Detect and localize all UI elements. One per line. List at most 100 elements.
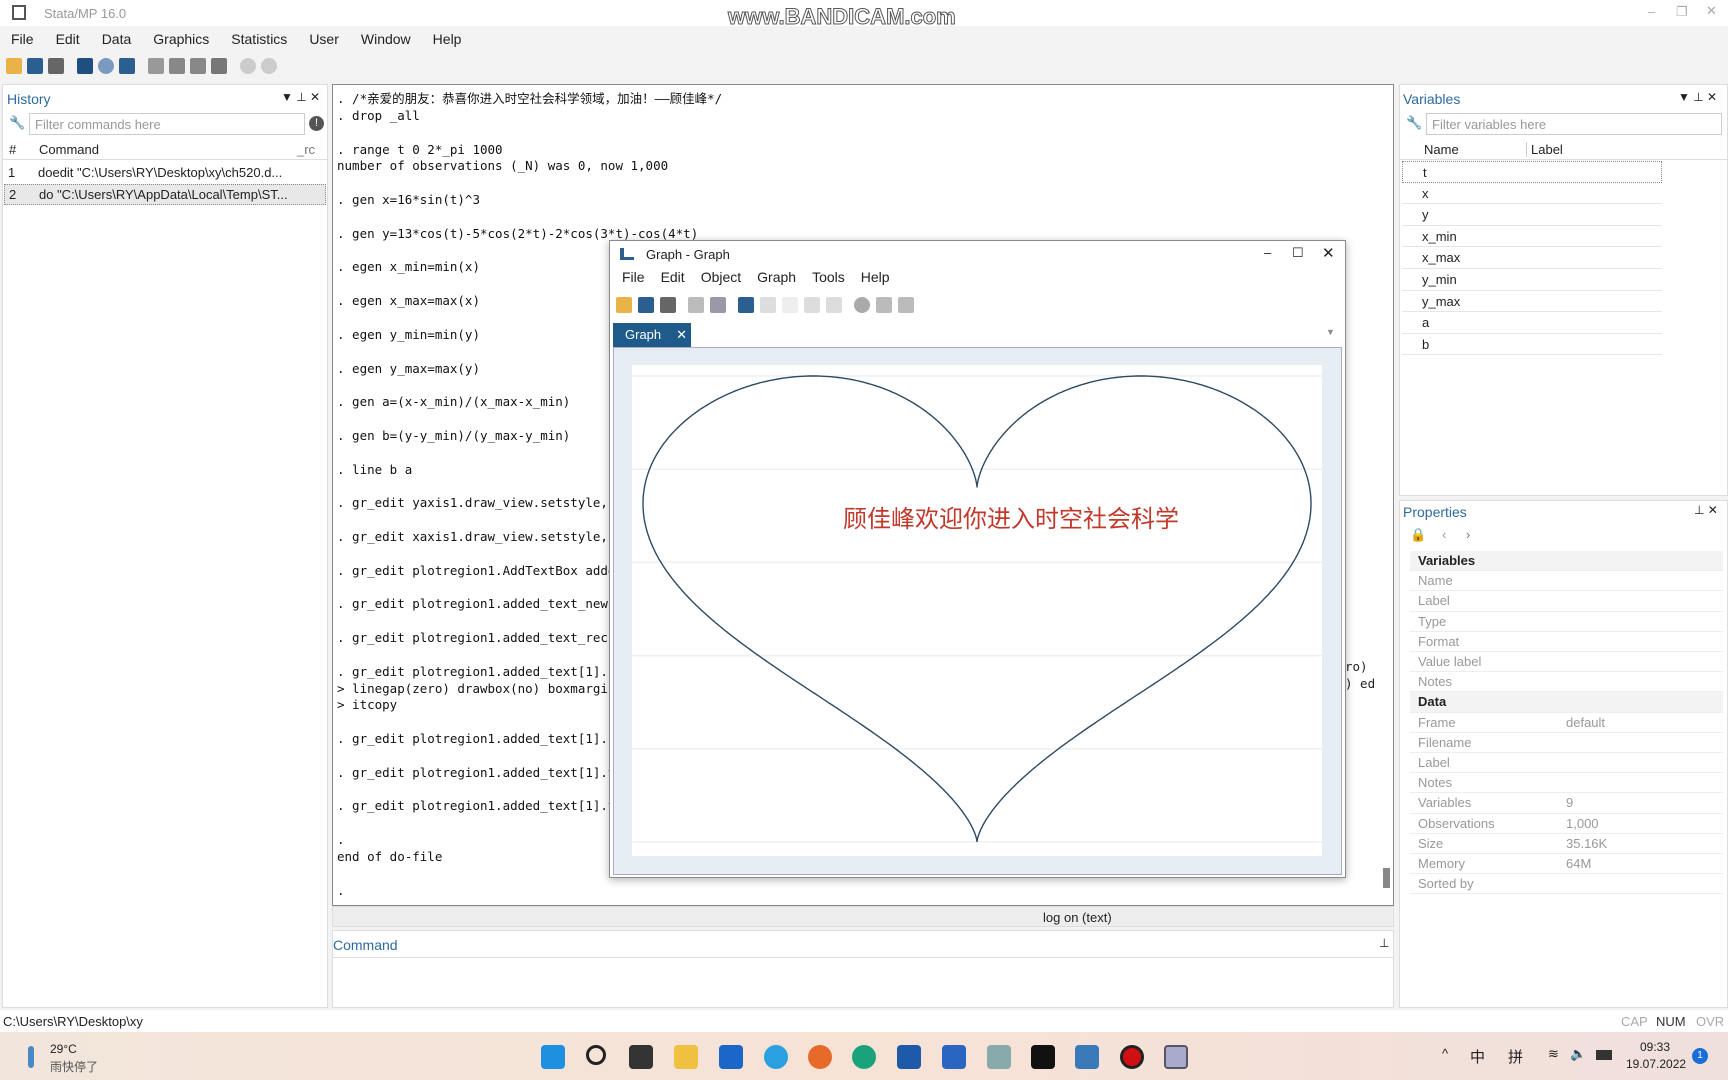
object-browser-icon[interactable] bbox=[760, 297, 776, 313]
variable-row[interactable]: a bbox=[1402, 312, 1662, 334]
panel-controls[interactable]: ▼ ⊥ ✕ bbox=[281, 90, 320, 104]
undo-icon[interactable] bbox=[804, 297, 820, 313]
graph-tab[interactable]: Graph ✕ bbox=[613, 323, 691, 347]
log-icon[interactable] bbox=[77, 58, 93, 74]
weather-text[interactable]: 雨快停了 bbox=[50, 1058, 98, 1075]
rename-icon[interactable] bbox=[710, 297, 726, 313]
break-icon[interactable] bbox=[261, 58, 277, 74]
graph-menu-graph[interactable]: Graph bbox=[749, 269, 804, 285]
menu-help[interactable]: Help bbox=[422, 28, 473, 50]
stata-taskbar-icon[interactable] bbox=[1164, 1045, 1188, 1069]
menu-window[interactable]: Window bbox=[350, 28, 422, 50]
ime-mode[interactable]: 中 bbox=[1470, 1046, 1485, 1067]
lock-icon[interactable]: 🔒 bbox=[1410, 527, 1426, 543]
graph-plot[interactable]: 顾佳峰欢迎你进入时空社会科学 bbox=[632, 365, 1322, 856]
weather-icon[interactable] bbox=[28, 1046, 34, 1068]
menu-file[interactable]: File bbox=[0, 28, 45, 50]
panel-controls[interactable]: ⊥ ✕ bbox=[1694, 503, 1718, 517]
property-row[interactable]: Variables 9 bbox=[1410, 793, 1723, 814]
variable-row[interactable]: t bbox=[1402, 161, 1662, 183]
notification-badge[interactable]: 1 bbox=[1692, 1048, 1708, 1064]
menu-edit[interactable]: Edit bbox=[45, 28, 91, 50]
col-command[interactable]: Command bbox=[39, 142, 99, 157]
variable-row[interactable]: y_max bbox=[1402, 291, 1662, 313]
edge-icon[interactable] bbox=[852, 1045, 876, 1069]
clock-date[interactable]: 19.07.2022 bbox=[1626, 1057, 1686, 1071]
snipping-tool-icon[interactable] bbox=[987, 1045, 1011, 1069]
graph-maximize-button[interactable]: ☐ bbox=[1292, 245, 1304, 261]
graph-icon[interactable] bbox=[119, 58, 135, 74]
variables-manager-icon[interactable] bbox=[211, 58, 227, 74]
variable-row[interactable]: x_max bbox=[1402, 247, 1662, 269]
forward-icon[interactable]: › bbox=[1466, 527, 1470, 542]
ie-icon[interactable] bbox=[764, 1045, 788, 1069]
redo-icon[interactable] bbox=[826, 297, 842, 313]
print-icon[interactable] bbox=[660, 297, 676, 313]
menu-user[interactable]: User bbox=[298, 28, 350, 50]
open-icon[interactable] bbox=[616, 297, 632, 313]
property-category[interactable]: Data bbox=[1410, 692, 1723, 713]
pin-icon[interactable]: ⊥ bbox=[1379, 936, 1389, 950]
start-icon[interactable] bbox=[541, 1045, 565, 1069]
weather-temp[interactable]: 29°C bbox=[50, 1042, 77, 1056]
console-scrollbar[interactable] bbox=[1383, 868, 1390, 888]
variable-row[interactable]: x bbox=[1402, 183, 1662, 205]
variable-row[interactable]: y bbox=[1402, 204, 1662, 226]
store-icon[interactable] bbox=[897, 1045, 921, 1069]
pointer-icon[interactable] bbox=[782, 297, 798, 313]
wifi-icon[interactable]: ≋ bbox=[1548, 1046, 1559, 1062]
graph-menu-file[interactable]: File bbox=[614, 269, 653, 285]
minimize-button[interactable]: – bbox=[1648, 4, 1655, 19]
property-row[interactable]: Memory 64M bbox=[1410, 854, 1723, 875]
variable-row[interactable]: b bbox=[1402, 334, 1662, 356]
property-category[interactable]: Variables bbox=[1410, 551, 1723, 572]
terminal-icon[interactable] bbox=[1031, 1045, 1055, 1069]
variable-row[interactable]: x_min bbox=[1402, 226, 1662, 248]
more-icon[interactable] bbox=[240, 58, 256, 74]
property-row[interactable]: Observations 1,000 bbox=[1410, 814, 1723, 834]
graph-close-button[interactable]: ✕ bbox=[1322, 244, 1335, 262]
play-icon[interactable] bbox=[898, 297, 914, 313]
history-filter-input[interactable]: Filter commands here bbox=[29, 113, 305, 135]
menu-statistics[interactable]: Statistics bbox=[220, 28, 298, 50]
copy-icon[interactable] bbox=[688, 297, 704, 313]
graph-annotation[interactable]: 顾佳峰欢迎你进入时空社会科学 bbox=[843, 505, 1179, 533]
close-button[interactable]: ✕ bbox=[1706, 3, 1717, 19]
menu-graphics[interactable]: Graphics bbox=[142, 28, 220, 50]
property-row[interactable]: Type bbox=[1410, 612, 1723, 632]
property-row[interactable]: Format bbox=[1410, 632, 1723, 652]
log-status[interactable]: log on (text) bbox=[1043, 910, 1112, 925]
save-icon[interactable] bbox=[27, 58, 43, 74]
pause-icon[interactable] bbox=[876, 297, 892, 313]
command-input[interactable] bbox=[333, 957, 1393, 1007]
graph-minimize-button[interactable]: – bbox=[1264, 245, 1271, 260]
open-icon[interactable] bbox=[6, 58, 22, 74]
variables-filter-input[interactable]: Filter variables here bbox=[1426, 113, 1722, 135]
data-editor-icon[interactable] bbox=[169, 58, 185, 74]
security-app-icon[interactable] bbox=[719, 1045, 743, 1069]
graph-menu-help[interactable]: Help bbox=[853, 269, 898, 285]
property-row[interactable]: Value label bbox=[1410, 652, 1723, 673]
volume-icon[interactable]: 🔈 bbox=[1570, 1046, 1586, 1062]
property-row[interactable]: Sorted by bbox=[1410, 874, 1723, 895]
graph-menu-tools[interactable]: Tools bbox=[804, 269, 853, 285]
col-label[interactable]: Label bbox=[1526, 142, 1563, 157]
history-item[interactable]: 2 do "C:\Users\RY\AppData\Local\Temp\ST.… bbox=[4, 184, 326, 205]
record-icon[interactable] bbox=[854, 297, 870, 313]
bandicam-icon[interactable] bbox=[1120, 1045, 1144, 1069]
property-row[interactable]: Notes bbox=[1410, 773, 1723, 794]
data-browser-icon[interactable] bbox=[190, 58, 206, 74]
history-item[interactable]: 1 doedit "C:\Users\RY\Desktop\xy\ch520.d… bbox=[3, 162, 327, 183]
task-view-icon[interactable] bbox=[629, 1045, 653, 1069]
property-row[interactable]: Filename bbox=[1410, 733, 1723, 753]
tab-dropdown-icon[interactable]: ▼ bbox=[1326, 327, 1335, 337]
ime-pinyin[interactable]: 拼 bbox=[1508, 1046, 1523, 1067]
tray-overflow-icon[interactable]: ^ bbox=[1442, 1046, 1448, 1061]
variable-row[interactable]: y_min bbox=[1402, 269, 1662, 291]
clock-time[interactable]: 09:33 bbox=[1640, 1040, 1670, 1054]
col-rc[interactable]: _rc bbox=[297, 142, 315, 157]
panel-controls[interactable]: ▼ ⊥ ✕ bbox=[1678, 90, 1717, 104]
print-icon[interactable] bbox=[48, 58, 64, 74]
word-icon[interactable] bbox=[942, 1045, 966, 1069]
tab-close-icon[interactable]: ✕ bbox=[676, 323, 687, 347]
